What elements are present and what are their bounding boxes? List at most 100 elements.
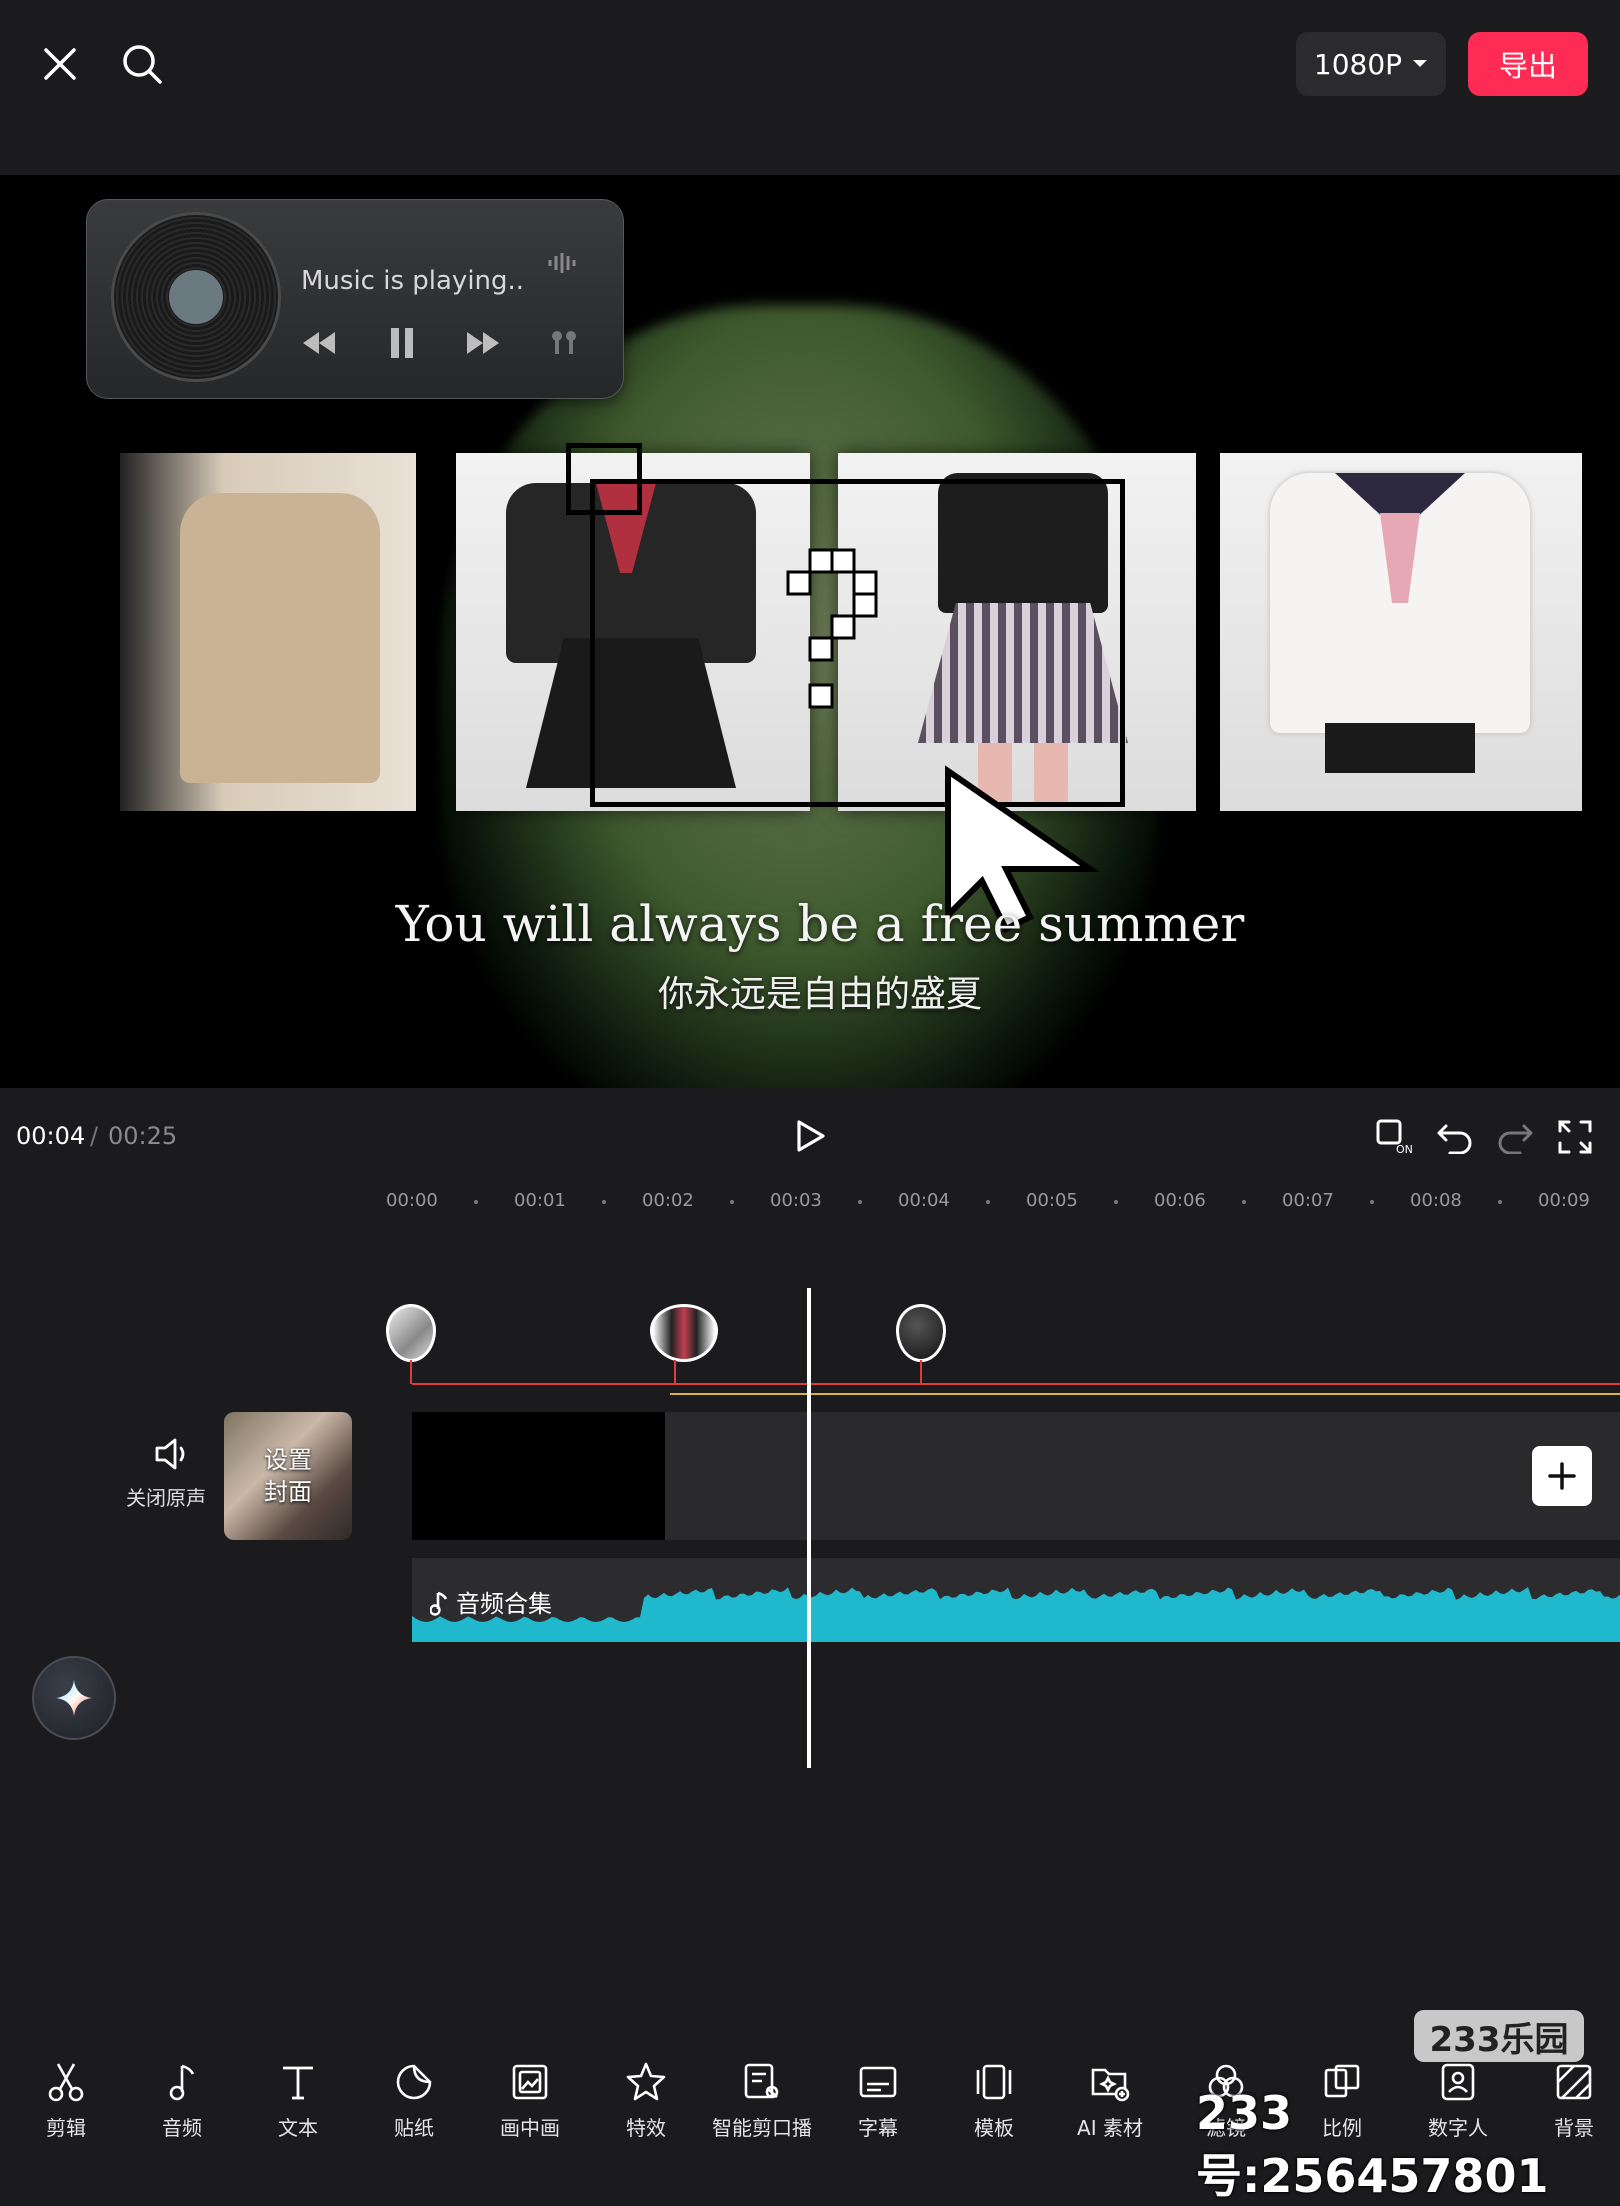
ruler-tick: 00:06	[1154, 1190, 1206, 1211]
music-note-icon	[124, 2060, 240, 2104]
watermark-id-text: 233号:256457801	[1196, 2086, 1549, 2203]
current-time: 00:04	[16, 1122, 86, 1150]
ruler-dot	[602, 1200, 606, 1204]
keyframe-marker-1[interactable]	[386, 1304, 436, 1362]
toolbar-item-label: 贴纸	[394, 2116, 434, 2140]
toolbar-item-label: 智能剪口播	[712, 2116, 812, 2140]
play-icon[interactable]	[786, 1112, 834, 1160]
toolbar-item-label: 音频	[162, 2116, 202, 2140]
picture-in-picture-icon	[472, 2060, 588, 2104]
cover-label-line2: 封面	[264, 1478, 312, 1506]
fast-forward-icon	[467, 332, 499, 354]
sparkle-icon	[56, 1680, 92, 1716]
search-icon[interactable]	[116, 38, 168, 90]
keyframe-marker-3[interactable]	[896, 1304, 946, 1362]
redo-icon[interactable]	[1492, 1114, 1538, 1160]
toolbar-item[interactable]: 贴纸	[356, 2060, 472, 2141]
toolbar-item-label: 剪辑	[46, 2116, 86, 2140]
audio-track[interactable]	[412, 1558, 1620, 1642]
export-button[interactable]: 导出	[1468, 32, 1588, 96]
set-cover-button[interactable]: 设置 封面	[224, 1412, 352, 1540]
plus-icon	[1548, 1462, 1576, 1490]
undo-icon[interactable]	[1432, 1114, 1478, 1160]
close-icon[interactable]	[36, 40, 84, 88]
ruler-tick: 00:07	[1282, 1190, 1334, 1211]
watermark-logo: 233乐园	[1414, 2010, 1584, 2062]
time-ruler[interactable]: 00:00 00:01 00:02 00:03 00:04 00:05 00:06 00:07…	[0, 1182, 1620, 1222]
playback-bar: 00:04 / 00:25 ON	[0, 1088, 1620, 1182]
ai-material-icon	[1052, 2060, 1168, 2104]
playhead[interactable]	[807, 1288, 811, 1768]
ruler-tick: 00:05	[1026, 1190, 1078, 1211]
clothing-panel-1	[120, 453, 416, 811]
earbuds-icon	[552, 331, 576, 354]
toolbar-item[interactable]: 字幕	[820, 2060, 936, 2141]
subtitle-english: You will always be a free summer	[395, 895, 1245, 953]
ruler-dot	[986, 1200, 990, 1204]
ruler-tick: 00:01	[514, 1190, 566, 1211]
ruler-tick: 00:00	[386, 1190, 438, 1211]
svg-text:ON: ON	[1396, 1143, 1413, 1156]
ruler-dot	[474, 1200, 478, 1204]
subtitle-icon	[820, 2060, 936, 2104]
pause-icon	[391, 328, 413, 358]
music-player-widget: Music is playing..	[86, 199, 624, 399]
toolbar-item-label: 画中画	[500, 2116, 560, 2140]
ruler-tick: 00:02	[642, 1190, 694, 1211]
audio-clip-label: 音频合集	[429, 1584, 552, 1619]
effects-star-icon	[588, 2060, 704, 2104]
audio-waveform	[412, 1587, 1620, 1642]
sweater-image	[180, 493, 380, 783]
effect-line	[670, 1393, 1620, 1395]
toolbar-item-label: 字幕	[858, 2116, 898, 2140]
toolbar-item[interactable]: 模板	[936, 2060, 1052, 2141]
video-preview[interactable]: Music is playing.. You will always be a …	[0, 175, 1620, 1088]
toolbar-item[interactable]: AI 素材	[1052, 2060, 1168, 2141]
rewind-icon	[303, 332, 335, 354]
mute-original-sound-label[interactable]: 关闭原声	[126, 1482, 206, 1511]
smart-edit-icon	[704, 2060, 820, 2104]
ruler-dot	[1498, 1200, 1502, 1204]
subtitle-chinese: 你永远是自由的盛夏	[657, 974, 982, 1015]
toolbar-item[interactable]: 智能剪口播	[704, 2060, 820, 2141]
pleated-hem-image	[1325, 723, 1475, 773]
toolbar-item[interactable]: 剪辑	[8, 2060, 124, 2141]
toolbar-item[interactable]: 文本	[240, 2060, 356, 2141]
ruler-dot	[1370, 1200, 1374, 1204]
caret-down-icon	[1413, 60, 1428, 67]
ruler-tick: 00:08	[1410, 1190, 1462, 1211]
marker-line	[412, 1383, 1620, 1385]
ruler-dot	[858, 1200, 862, 1204]
toolbar-item-label: AI 素材	[1077, 2116, 1143, 2140]
fullscreen-icon[interactable]	[1552, 1114, 1598, 1160]
toolbar-item[interactable]: 特效	[588, 2060, 704, 2141]
keyframe-toggle-icon[interactable]: ON	[1372, 1114, 1418, 1160]
top-bar: 1080P 导出	[0, 0, 1620, 175]
add-clip-button[interactable]	[1532, 1446, 1592, 1506]
toolbar-item[interactable]: 画中画	[472, 2060, 588, 2141]
keyframe-marker-2[interactable]	[650, 1304, 718, 1362]
resolution-button[interactable]: 1080P	[1296, 32, 1446, 96]
ruler-tick: 00:03	[770, 1190, 822, 1211]
cover-label-line1: 设置	[264, 1446, 312, 1474]
ruler-tick: 00:09	[1538, 1190, 1590, 1211]
ruler-dot	[1114, 1200, 1118, 1204]
ruler-tick: 00:04	[898, 1190, 950, 1211]
toolbar-item-label: 文本	[278, 2116, 318, 2140]
ai-assistant-button[interactable]	[32, 1656, 116, 1740]
text-icon	[240, 2060, 356, 2104]
ruler-dot	[730, 1200, 734, 1204]
time-separator: /	[90, 1122, 99, 1150]
waveform-icon	[548, 253, 576, 273]
template-icon	[936, 2060, 1052, 2104]
toolbar-item-label: 模板	[974, 2116, 1014, 2140]
toolbar-item[interactable]: 音频	[124, 2060, 240, 2141]
speaker-icon[interactable]	[150, 1434, 196, 1474]
video-clip[interactable]	[412, 1412, 665, 1540]
ruler-dot	[1242, 1200, 1246, 1204]
scissors-icon	[8, 2060, 124, 2104]
clothing-panel-4	[1220, 453, 1582, 811]
toolbar-item-label: 特效	[626, 2116, 666, 2140]
music-status-text: Music is playing..	[301, 266, 525, 296]
selection-corner	[566, 443, 642, 515]
